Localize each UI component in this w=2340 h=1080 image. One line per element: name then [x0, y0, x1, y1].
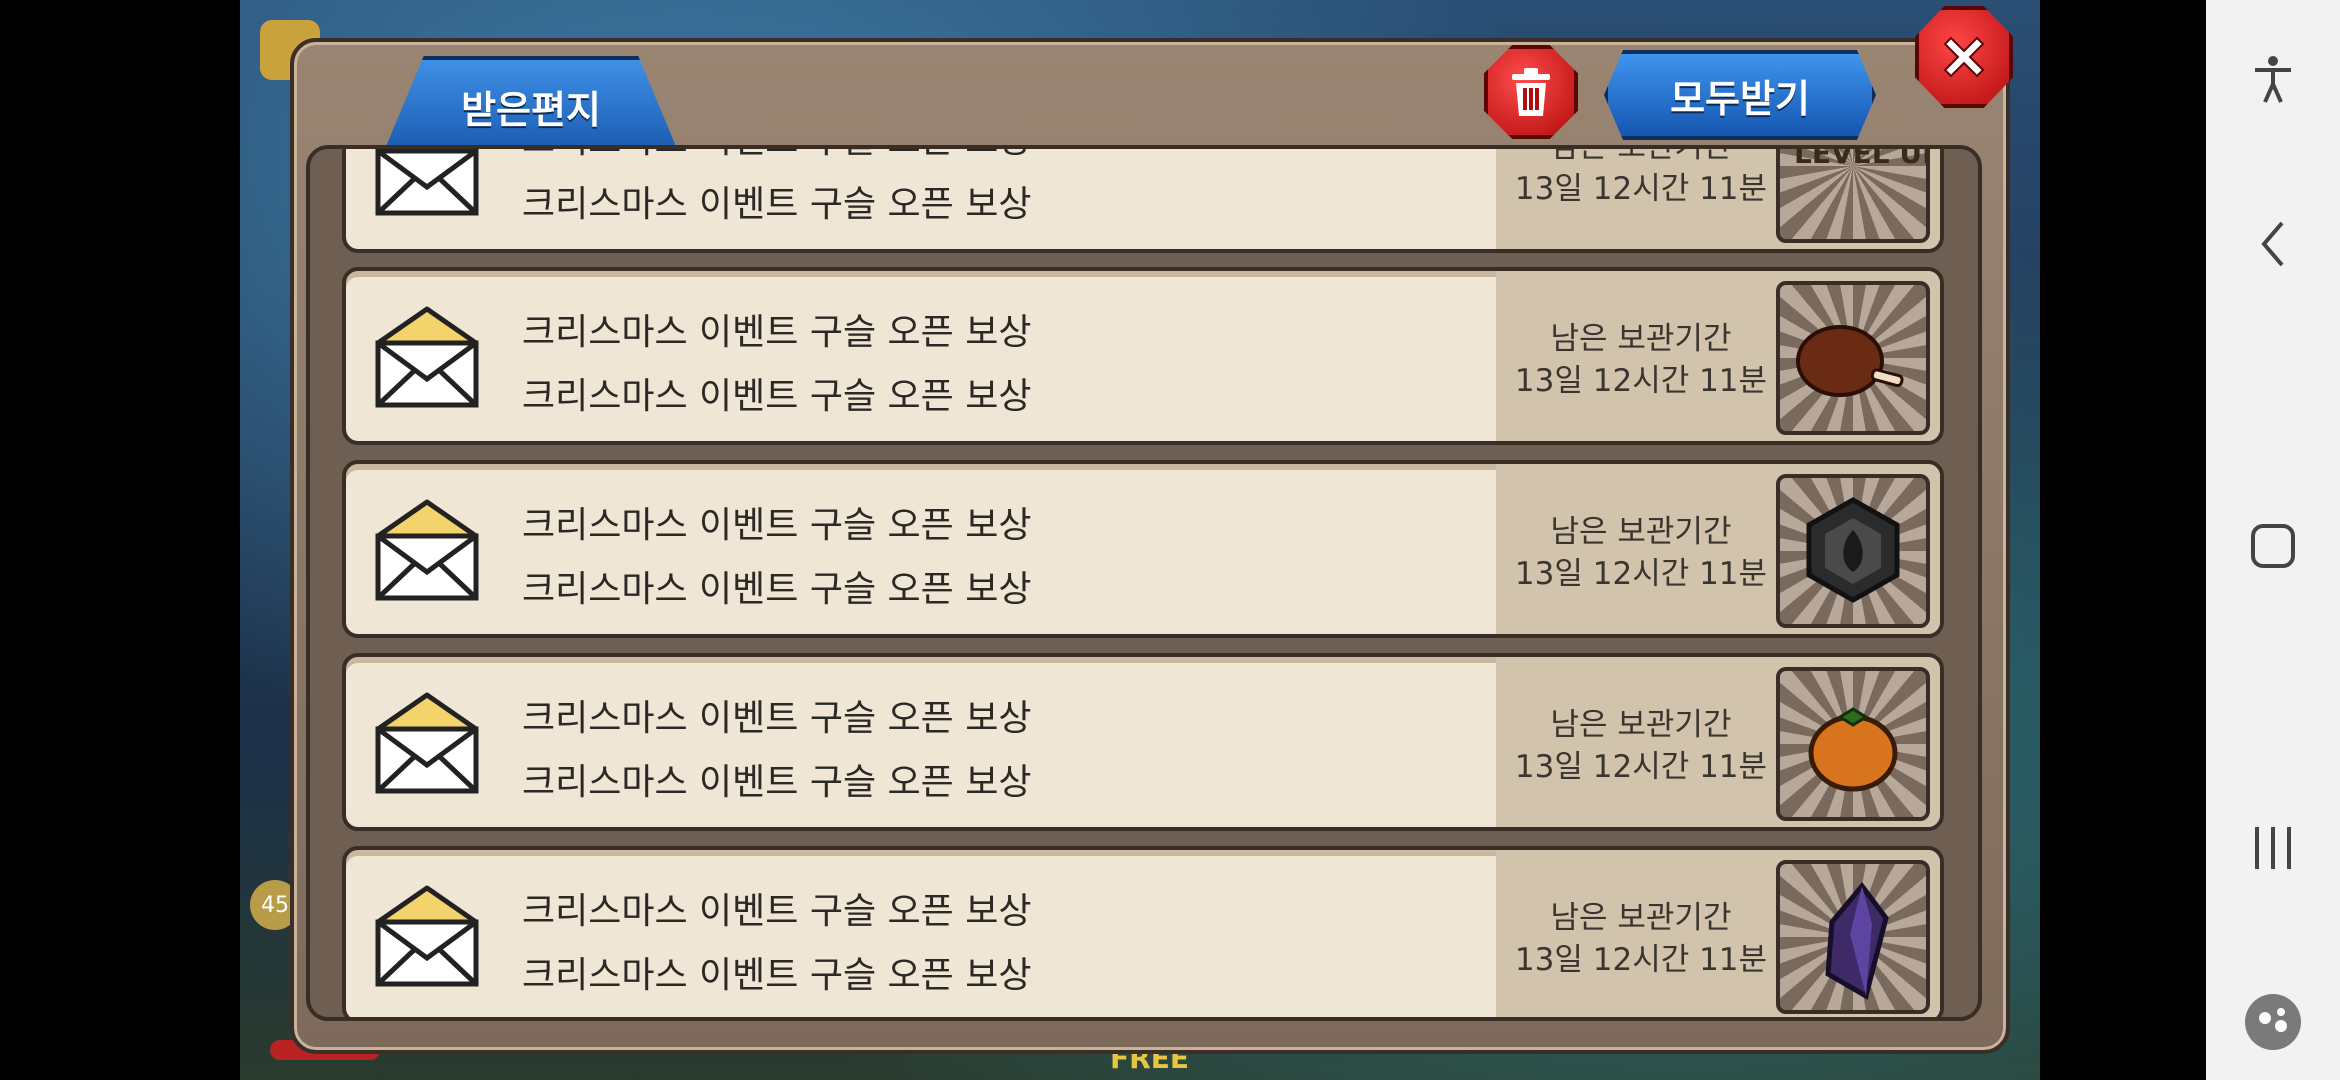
mail-subtitle: 크리스마스 이벤트 구슬 오픈 보상	[522, 762, 1032, 803]
back-icon	[2261, 221, 2284, 267]
mail-subtitle: 크리스마스 이벤트 구슬 오픈 보상	[522, 376, 1032, 417]
reward-item	[1776, 281, 1930, 435]
mail-row[interactable]: 크리스마스 이벤트 구슬 오픈 보상 크리스마스 이벤트 구슬 오픈 보상 남은…	[342, 145, 1944, 253]
mail-subtitle: 크리스마스 이벤트 구슬 오픈 보상	[522, 184, 1032, 225]
mail-expiry: 남은 보관기간 13일 12시간 11분 LEVEL UP+1	[1496, 145, 1940, 249]
mail-title: 크리스마스 이벤트 구슬 오픈 보상	[522, 891, 1032, 932]
mail-expiry: 남은 보관기간 13일 12시간 11분	[1496, 271, 1940, 441]
mail-row[interactable]: 크리스마스 이벤트 구슬 오픈 보상 크리스마스 이벤트 구슬 오픈 보상 남은…	[342, 267, 1944, 445]
reward-item: LEVEL UP+1	[1776, 145, 1930, 243]
recents-icon	[2255, 827, 2291, 869]
envelope-icon	[375, 149, 479, 216]
trash-icon	[1512, 68, 1550, 116]
level-up-icon: LEVEL UP+1	[1794, 145, 1926, 170]
level-up-text: LEVEL UP+1	[1794, 145, 1926, 170]
game-controller-icon	[2245, 994, 2301, 1050]
mail-list[interactable]: 크리스마스 이벤트 구슬 오픈 보상 크리스마스 이벤트 구슬 오픈 보상 남은…	[306, 145, 1982, 1021]
back-button[interactable]	[2243, 214, 2303, 274]
game-tools-button[interactable]	[2243, 992, 2303, 1052]
home-button[interactable]	[2243, 516, 2303, 576]
tab-label: 받은편지	[461, 87, 601, 132]
reward-item	[1776, 474, 1930, 628]
mail-title: 크리스마스 이벤트 구슬 오픈 보상	[522, 312, 1032, 353]
dark-emblem-icon	[1806, 497, 1900, 603]
mail-expiry: 남은 보관기간 13일 12시간 11분	[1496, 464, 1940, 634]
mail-title: 크리스마스 이벤트 구슬 오픈 보상	[522, 698, 1032, 739]
envelope-icon	[375, 499, 479, 601]
remaining-label: 남은 보관기간	[1550, 321, 1732, 357]
remaining-label: 남은 보관기간	[1550, 707, 1732, 743]
remaining-time: 13일 12시간 11분	[1514, 171, 1768, 207]
envelope-icon	[375, 885, 479, 987]
mail-title: 크리스마스 이벤트 구슬 오픈 보상	[522, 149, 1031, 163]
android-nav-bar	[2206, 0, 2340, 1080]
reward-item	[1776, 860, 1930, 1014]
remaining-time: 13일 12시간 11분	[1514, 749, 1768, 785]
tangerine-icon	[1808, 707, 1898, 792]
remaining-time: 13일 12시간 11분	[1514, 556, 1768, 592]
accessibility-icon	[2255, 56, 2291, 103]
mail-title: 크리스마스 이벤트 구슬 오픈 보상	[522, 505, 1032, 546]
remaining-time: 13일 12시간 11분	[1514, 363, 1768, 399]
mail-subtitle: 크리스마스 이벤트 구슬 오픈 보상	[522, 955, 1032, 996]
crystal-icon	[1825, 881, 1889, 1000]
reward-item	[1776, 667, 1930, 821]
remaining-label: 남은 보관기간	[1550, 900, 1732, 936]
close-icon	[1943, 36, 1985, 78]
mail-row[interactable]: 크리스마스 이벤트 구슬 오픈 보상 크리스마스 이벤트 구슬 오픈 보상 남은…	[342, 460, 1944, 638]
mail-expiry: 남은 보관기간 13일 12시간 11분	[1496, 657, 1940, 827]
mail-row[interactable]: 크리스마스 이벤트 구슬 오픈 보상 크리스마스 이벤트 구슬 오픈 보상 남은…	[342, 846, 1944, 1017]
envelope-icon	[375, 306, 479, 408]
accessibility-button[interactable]	[2243, 50, 2303, 110]
mail-row[interactable]: 크리스마스 이벤트 구슬 오픈 보상 크리스마스 이벤트 구슬 오픈 보상 남은…	[342, 653, 1944, 831]
meat-icon	[1796, 325, 1904, 397]
remaining-label: 남은 보관기간	[1550, 514, 1732, 550]
home-icon	[2251, 524, 2295, 568]
remaining-time: 13일 12시간 11분	[1514, 942, 1768, 978]
mail-subtitle: 크리스마스 이벤트 구슬 오픈 보상	[522, 569, 1032, 610]
tab-received-mail[interactable]: 받은편지	[382, 56, 680, 156]
envelope-icon	[375, 692, 479, 794]
receive-all-button[interactable]: 모두받기	[1604, 50, 1876, 140]
mail-expiry: 남은 보관기간 13일 12시간 11분	[1496, 850, 1940, 1017]
receive-all-label: 모두받기	[1670, 76, 1810, 121]
recents-button[interactable]	[2243, 818, 2303, 878]
